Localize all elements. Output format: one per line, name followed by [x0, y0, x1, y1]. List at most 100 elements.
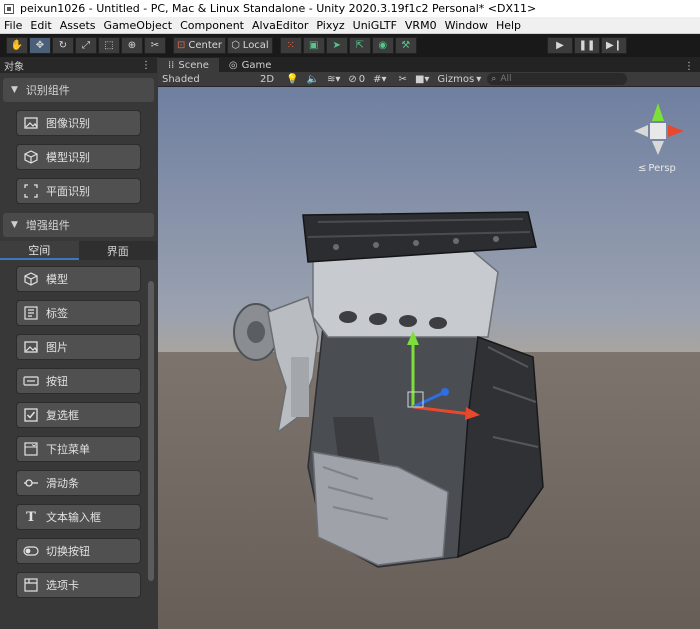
tools-icon: ✂	[150, 39, 160, 51]
scene-viewport[interactable]: ≤ Persp	[158, 87, 700, 629]
custom-tool-button[interactable]: ✂	[144, 37, 166, 54]
button-component-button[interactable]: 按钮	[16, 368, 141, 394]
build-button[interactable]: ⚒	[394, 37, 417, 54]
tools-settings-icon[interactable]: ✂	[399, 74, 407, 85]
tab-scene[interactable]: ⁞⁞ Scene	[158, 58, 219, 72]
orientation-gizmo[interactable]	[628, 99, 688, 159]
image-recognition-button[interactable]: 图像识别	[16, 110, 141, 136]
step-icon: ▶❙	[605, 39, 623, 51]
button-icon	[23, 374, 39, 388]
menu-alvaeditor[interactable]: AlvaEditor	[252, 19, 308, 32]
text-input-component-button[interactable]: T 文本输入框	[16, 504, 141, 530]
scene-tab-icon: ⁞⁞	[168, 59, 175, 71]
window-titlebar: peixun1026 - Untitled - PC, Mac & Linux …	[0, 0, 700, 17]
section-enhancement[interactable]: ▼ 增强组件	[3, 213, 154, 237]
checkbox-component-button[interactable]: 复选框	[16, 402, 141, 428]
tab-game[interactable]: ◎ Game	[219, 58, 282, 72]
cube-icon	[23, 272, 39, 286]
scale-icon: ⤢	[82, 39, 90, 51]
scene-tab-bar: ⁞⁞ Scene ◎ Game ⋮	[158, 57, 700, 72]
label-component-label: 标签	[46, 307, 68, 320]
toggle-component-label: 切换按钮	[46, 545, 90, 558]
hidden-objects-icon[interactable]: ⊘	[348, 74, 356, 85]
mode-2d-button[interactable]: 2D	[260, 74, 274, 85]
menu-help[interactable]: Help	[496, 19, 521, 32]
preview-button[interactable]: ◉	[371, 37, 394, 54]
dropdown-icon	[23, 442, 39, 456]
slider-component-button[interactable]: 滑动条	[16, 470, 141, 496]
audio-icon[interactable]: 🔈	[307, 74, 319, 85]
transform-tool-button[interactable]: ⊕	[121, 37, 143, 54]
shading-mode-dropdown[interactable]: Shaded	[162, 74, 248, 85]
plane-recognition-button[interactable]: 平面识别	[16, 178, 141, 204]
hand-tool-button[interactable]: ✋	[6, 37, 28, 54]
menu-file[interactable]: File	[4, 19, 22, 32]
gizmos-dropdown[interactable]: Gizmos	[437, 74, 474, 85]
pivot-local-button[interactable]: ⬡ Local	[227, 37, 273, 54]
step-button[interactable]: ▶❙	[601, 37, 627, 54]
image-icon	[23, 116, 39, 130]
camera-icon[interactable]: ■▾	[415, 74, 429, 85]
pivot-local-label: Local	[242, 40, 269, 51]
pivot-tools: ⊡ Center ⬡ Local	[173, 37, 274, 54]
play-controls: ▶ ❚❚ ▶❙	[547, 37, 628, 54]
main-toolbar: ✋ ✥ ↻ ⤢ ⬚ ⊕ ✂ ⊡ Center ⬡ Local ⁙ ▣ ➤ ⇱ ◉ ⚒…	[0, 34, 700, 57]
label-component-button[interactable]: 标签	[16, 300, 141, 326]
unity-app-icon	[4, 3, 14, 14]
save-scene-button[interactable]: ▣	[302, 37, 325, 54]
menu-pixyz[interactable]: Pixyz	[316, 19, 344, 32]
object-panel: 对象 ⋮ ▼ 识别组件 图像识别 模型识别 平面识别 ▼ 增强组件 空间 界面 …	[0, 57, 157, 629]
scene-view: ⁞⁞ Scene ◎ Game ⋮ Shaded 2D 💡 🔈 ≋▾ ⊘ 0 #…	[158, 57, 700, 629]
toggle-component-button[interactable]: 切换按钮	[16, 538, 141, 564]
move-tool-button[interactable]: ✥	[29, 37, 51, 54]
dropdown-component-button[interactable]: 下拉菜单	[16, 436, 141, 462]
panel-menu-icon[interactable]: ⋮	[141, 60, 151, 71]
model-recognition-button[interactable]: 模型识别	[16, 144, 141, 170]
engine-model[interactable]	[158, 87, 700, 629]
picture-component-button[interactable]: 图片	[16, 334, 141, 360]
menu-unigltf[interactable]: UniGLTF	[353, 19, 397, 32]
collapse-arrow-icon: ▼	[11, 220, 18, 230]
pause-button[interactable]: ❚❚	[574, 37, 600, 54]
scene-panel-menu-icon[interactable]: ⋮	[684, 61, 694, 72]
center-icon: ⊡	[177, 39, 186, 51]
tab-interface[interactable]: 界面	[78, 241, 157, 260]
send-button[interactable]: ➤	[325, 37, 348, 54]
plugin-tools: ⁙ ▣ ➤ ⇱ ◉ ⚒	[279, 37, 418, 54]
gizmos-arrow-icon[interactable]: ▾	[476, 74, 481, 85]
grid-icon[interactable]: #▾	[373, 74, 386, 85]
menu-edit[interactable]: Edit	[30, 19, 51, 32]
section-enhancement-label: 增强组件	[25, 219, 70, 232]
persp-label-wrap[interactable]: ≤ Persp	[638, 163, 676, 174]
rotate-tool-button[interactable]: ↻	[52, 37, 74, 54]
panel-scrollbar[interactable]	[148, 281, 154, 581]
image-recognition-label: 图像识别	[46, 117, 90, 130]
lighting-icon[interactable]: 💡	[286, 74, 298, 85]
dropdown-component-label: 下拉菜单	[46, 443, 90, 456]
image-icon	[23, 340, 39, 354]
export-button[interactable]: ⇱	[348, 37, 371, 54]
scene-search-field[interactable]: ⌕ All	[487, 73, 628, 85]
menu-vrm0[interactable]: VRM0	[405, 19, 437, 32]
eye-icon: ◉	[378, 39, 388, 51]
menu-gameobject[interactable]: GameObject	[104, 19, 173, 32]
model-recognition-label: 模型识别	[46, 151, 90, 164]
grid-snap-icon: ⁙	[286, 39, 295, 51]
hand-icon: ✋	[10, 39, 24, 51]
tabs-component-button[interactable]: 选项卡	[16, 572, 141, 598]
section-recognition[interactable]: ▼ 识别组件	[3, 78, 154, 102]
scale-tool-button[interactable]: ⤢	[75, 37, 97, 54]
tab-space[interactable]: 空间	[0, 241, 79, 260]
button-component-label: 按钮	[46, 375, 68, 388]
model-component-button[interactable]: 模型	[16, 266, 141, 292]
play-button[interactable]: ▶	[547, 37, 573, 54]
text-input-component-label: 文本输入框	[46, 511, 101, 524]
menu-window[interactable]: Window	[445, 19, 488, 32]
menu-component[interactable]: Component	[180, 19, 244, 32]
text-input-icon: T	[26, 509, 36, 525]
pivot-center-button[interactable]: ⊡ Center	[173, 37, 227, 54]
effects-icon[interactable]: ≋▾	[327, 74, 340, 85]
rect-tool-button[interactable]: ⬚	[98, 37, 120, 54]
grid-snap-button[interactable]: ⁙	[279, 37, 302, 54]
menu-assets[interactable]: Assets	[60, 19, 96, 32]
